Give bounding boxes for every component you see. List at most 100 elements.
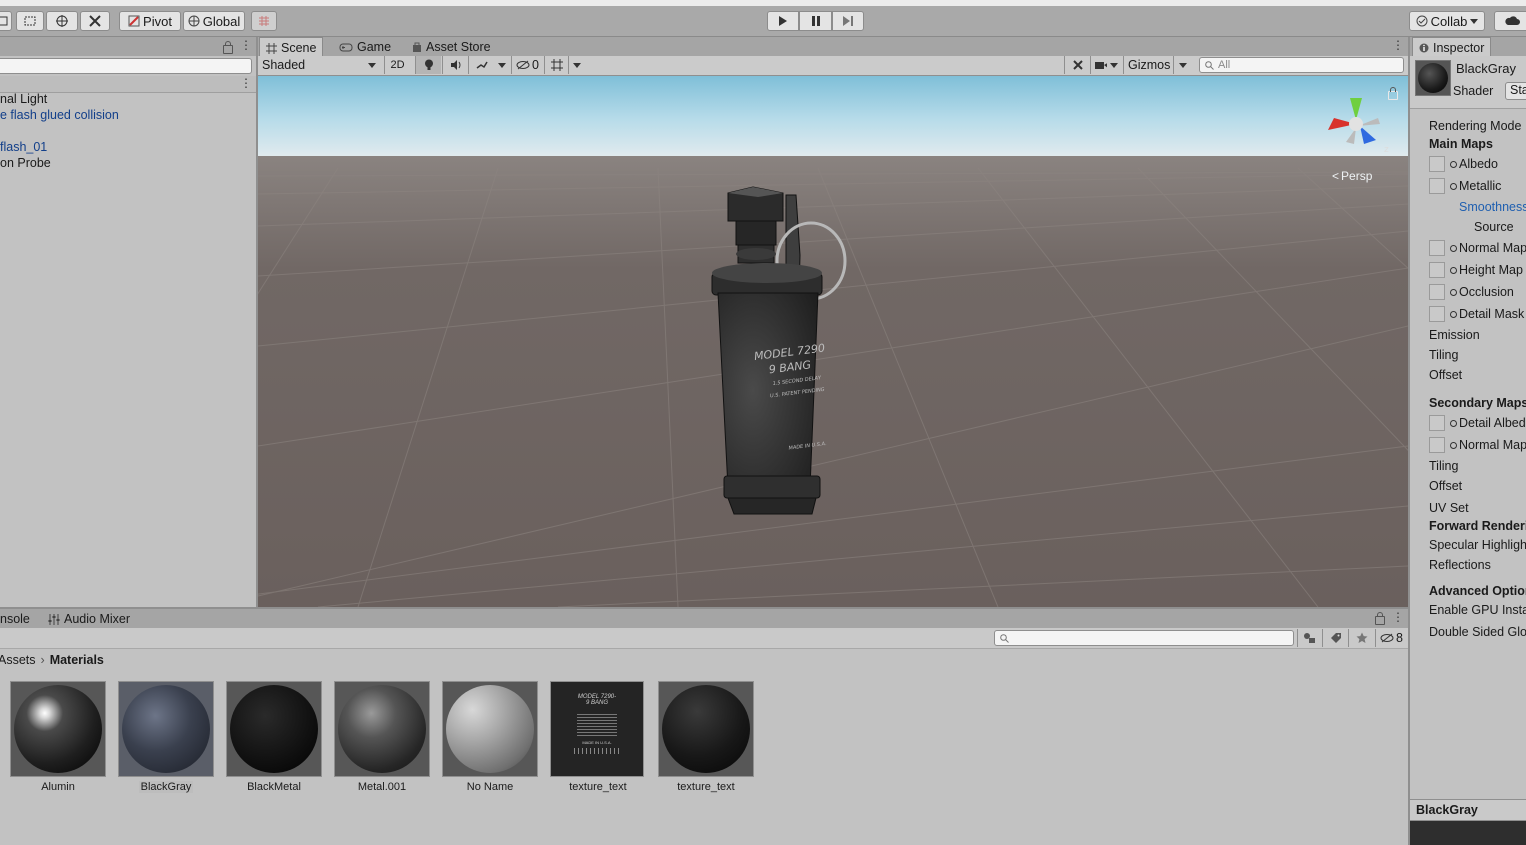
smoothness-label[interactable]: Smoothness	[1459, 200, 1526, 214]
detail-albedo-label[interactable]: Detail Albed	[1450, 416, 1526, 430]
project-search-input[interactable]	[994, 630, 1294, 646]
rect-tool-button[interactable]	[16, 11, 44, 31]
tab-audio-mixer[interactable]: Audio Mixer	[42, 609, 136, 629]
audio-toggle[interactable]	[442, 56, 468, 74]
favorites-button[interactable]	[1348, 629, 1374, 647]
asset-tile[interactable]: Alumin	[10, 681, 106, 793]
hierarchy-item[interactable]: on Probe	[0, 156, 51, 170]
secondary-normal-map-label[interactable]: Normal Map	[1450, 438, 1526, 452]
metallic-texture-slot[interactable]	[1429, 178, 1445, 194]
double-sided-gi-label[interactable]: Double Sided Glo	[1429, 625, 1526, 639]
asset-tile[interactable]: MODEL 7290- 9 BANG MADE IN U.S.A. textur…	[550, 681, 646, 793]
grid-toggle[interactable]	[544, 56, 568, 74]
lock-icon[interactable]	[223, 41, 233, 54]
lighting-toggle[interactable]	[415, 56, 441, 74]
filter-by-label-button[interactable]	[1322, 629, 1348, 647]
rendering-mode-label[interactable]: Rendering Mode	[1429, 119, 1521, 133]
play-button[interactable]	[767, 11, 799, 31]
breadcrumb-current[interactable]: Materials	[50, 653, 104, 667]
detail-mask-slot[interactable]	[1429, 306, 1445, 322]
reflections-label[interactable]: Reflections	[1429, 558, 1491, 572]
object-picker-icon[interactable]	[1450, 244, 1457, 252]
step-button[interactable]	[832, 11, 864, 31]
height-map-slot[interactable]	[1429, 262, 1445, 278]
object-picker-icon[interactable]	[1450, 182, 1457, 190]
asset-tile-selected[interactable]: BlackGray	[118, 681, 214, 793]
shader-dropdown[interactable]: Sta	[1505, 82, 1526, 100]
global-button[interactable]: Global	[183, 11, 245, 31]
hierarchy-item[interactable]: nal Light	[0, 92, 47, 106]
height-map-label[interactable]: Height Map	[1450, 263, 1523, 277]
orientation-gizmo[interactable]: z	[1320, 90, 1400, 170]
shading-mode-dropdown[interactable]: Shaded	[258, 56, 380, 74]
scene-tools-button[interactable]	[1064, 56, 1090, 74]
breadcrumb-root[interactable]: Assets	[0, 653, 36, 667]
secondary-normal-map-slot[interactable]	[1429, 437, 1445, 453]
detail-mask-label[interactable]: Detail Mask	[1450, 307, 1524, 321]
object-picker-icon[interactable]	[1450, 266, 1457, 274]
asset-tile[interactable]: No Name	[442, 681, 538, 793]
filter-by-type-button[interactable]	[1297, 629, 1321, 647]
metallic-label[interactable]: Metallic	[1450, 179, 1501, 193]
tab-asset-store[interactable]: Asset Store	[406, 37, 497, 57]
tab-console[interactable]: nsole	[0, 609, 36, 629]
detail-albedo-slot[interactable]	[1429, 415, 1445, 431]
snap-button[interactable]	[251, 11, 277, 31]
scene-search-input[interactable]: All	[1199, 57, 1404, 73]
preview-header[interactable]: BlackGray	[1410, 799, 1526, 821]
cloud-button[interactable]	[1494, 11, 1526, 31]
secondary-tiling-label[interactable]: Tiling	[1429, 459, 1458, 473]
object-picker-icon[interactable]	[1450, 419, 1457, 427]
custom-tool-button[interactable]	[80, 11, 110, 31]
pause-button[interactable]	[799, 11, 832, 31]
occlusion-label[interactable]: Occlusion	[1450, 285, 1514, 299]
camera-dropdown[interactable]	[1090, 56, 1122, 74]
collab-dropdown[interactable]: Collab	[1409, 11, 1485, 31]
persp-label-wrap[interactable]: < Persp	[1332, 169, 1372, 183]
2d-toggle[interactable]: 2D	[384, 56, 410, 74]
effects-dropdown[interactable]	[468, 56, 494, 74]
gizmos-caret[interactable]	[1173, 56, 1191, 74]
asset-tile[interactable]: texture_text	[658, 681, 754, 793]
hidden-objects-toggle[interactable]: 0	[511, 56, 543, 74]
uv-set-label[interactable]: UV Set	[1429, 501, 1469, 515]
object-picker-icon[interactable]	[1450, 288, 1457, 296]
menu-dots-icon[interactable]: ⋮	[1392, 610, 1404, 624]
gizmos-button[interactable]: Gizmos	[1123, 56, 1173, 74]
albedo-texture-slot[interactable]	[1429, 156, 1445, 172]
object-picker-icon[interactable]	[1450, 160, 1457, 168]
occlusion-slot[interactable]	[1429, 284, 1445, 300]
tiling-label[interactable]: Tiling	[1429, 348, 1458, 362]
object-picker-icon[interactable]	[1450, 441, 1457, 449]
scene-menu-icon[interactable]: ⋮	[240, 76, 252, 90]
scene-menu-dots-icon[interactable]: ⋮	[1392, 38, 1404, 52]
secondary-offset-label[interactable]: Offset	[1429, 479, 1462, 493]
hierarchy-search-input[interactable]	[0, 58, 252, 74]
tab-inspector[interactable]: Inspector	[1412, 37, 1492, 58]
normal-map-label[interactable]: Normal Map	[1450, 241, 1526, 255]
lock-icon[interactable]	[1375, 612, 1385, 625]
offset-label[interactable]: Offset	[1429, 368, 1462, 382]
transform-tool-button[interactable]	[46, 11, 78, 31]
hierarchy-item[interactable]: flash_01	[0, 140, 47, 154]
scene-viewport[interactable]: MODEL 7290 9 BANG 1.5 SECOND DELAY U.S. …	[258, 76, 1408, 607]
hierarchy-item[interactable]: e flash glued collision	[0, 108, 119, 122]
tab-game[interactable]: Game	[333, 37, 397, 57]
tab-scene[interactable]: Scene	[259, 37, 324, 58]
gpu-instancing-label[interactable]: Enable GPU Insta	[1429, 603, 1526, 617]
grenade-model[interactable]: MODEL 7290 9 BANG 1.5 SECOND DELAY U.S. …	[698, 181, 898, 541]
hand-tool-button[interactable]	[0, 11, 12, 31]
pivot-button[interactable]: Pivot	[119, 11, 181, 31]
effects-caret[interactable]	[494, 56, 510, 74]
grid-caret[interactable]	[568, 56, 584, 74]
gizmo-lock-icon[interactable]	[1388, 87, 1398, 100]
asset-tile[interactable]: BlackMetal	[226, 681, 322, 793]
normal-map-slot[interactable]	[1429, 240, 1445, 256]
source-label[interactable]: Source	[1474, 220, 1514, 234]
emission-label[interactable]: Emission	[1429, 328, 1480, 342]
asset-tile[interactable]: Metal.001	[334, 681, 430, 793]
hidden-packages-toggle[interactable]: 8	[1375, 629, 1408, 647]
preview-area[interactable]	[1410, 821, 1526, 845]
specular-highlights-label[interactable]: Specular Highligh	[1429, 538, 1526, 552]
menu-dots-icon[interactable]: ⋮	[240, 38, 252, 52]
